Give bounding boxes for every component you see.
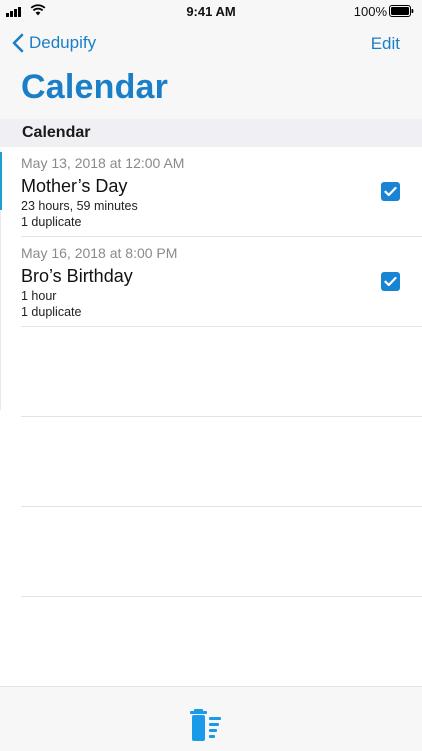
- edit-button[interactable]: Edit: [371, 34, 400, 54]
- bottom-toolbar: [0, 686, 422, 751]
- event-title: Bro’s Birthday: [21, 266, 133, 286]
- empty-row: [21, 597, 422, 687]
- event-duration: 1 hour: [21, 289, 57, 303]
- event-title: Mother’s Day: [21, 176, 128, 196]
- checkmark-icon: [384, 276, 397, 287]
- checkmark-icon: [384, 186, 397, 197]
- select-checkbox[interactable]: [381, 272, 400, 291]
- battery-percent: 100%: [353, 4, 387, 19]
- select-checkbox[interactable]: [381, 182, 400, 201]
- navigation-bar: Dedupify Edit Calendar: [0, 24, 422, 119]
- page-title: Calendar: [21, 68, 169, 106]
- chevron-left-icon: [12, 33, 24, 53]
- empty-row: [21, 417, 422, 507]
- trash-list-icon: [190, 709, 221, 741]
- list-item[interactable]: May 13, 2018 at 12:00 AM Mother’s Day 23…: [21, 147, 422, 237]
- event-date: May 16, 2018 at 8:00 PM: [21, 245, 178, 261]
- delete-duplicates-button[interactable]: [190, 707, 234, 743]
- section-header: Calendar: [0, 119, 422, 147]
- event-duplicate-count: 1 duplicate: [21, 215, 82, 229]
- list-item[interactable]: May 16, 2018 at 8:00 PM Bro’s Birthday 1…: [21, 237, 422, 327]
- section-header-label: Calendar: [22, 124, 91, 141]
- status-bar: 9:41 AM 100%: [0, 0, 422, 24]
- empty-row: [21, 327, 422, 417]
- battery-icon: [389, 5, 414, 17]
- back-button[interactable]: Dedupify: [12, 33, 96, 53]
- event-date: May 13, 2018 at 12:00 AM: [21, 155, 185, 171]
- event-list: May 13, 2018 at 12:00 AM Mother’s Day 23…: [0, 147, 422, 687]
- event-duration: 23 hours, 59 minutes: [21, 199, 138, 213]
- empty-row: [21, 507, 422, 597]
- back-button-label: Dedupify: [29, 33, 97, 52]
- event-duplicate-count: 1 duplicate: [21, 305, 82, 319]
